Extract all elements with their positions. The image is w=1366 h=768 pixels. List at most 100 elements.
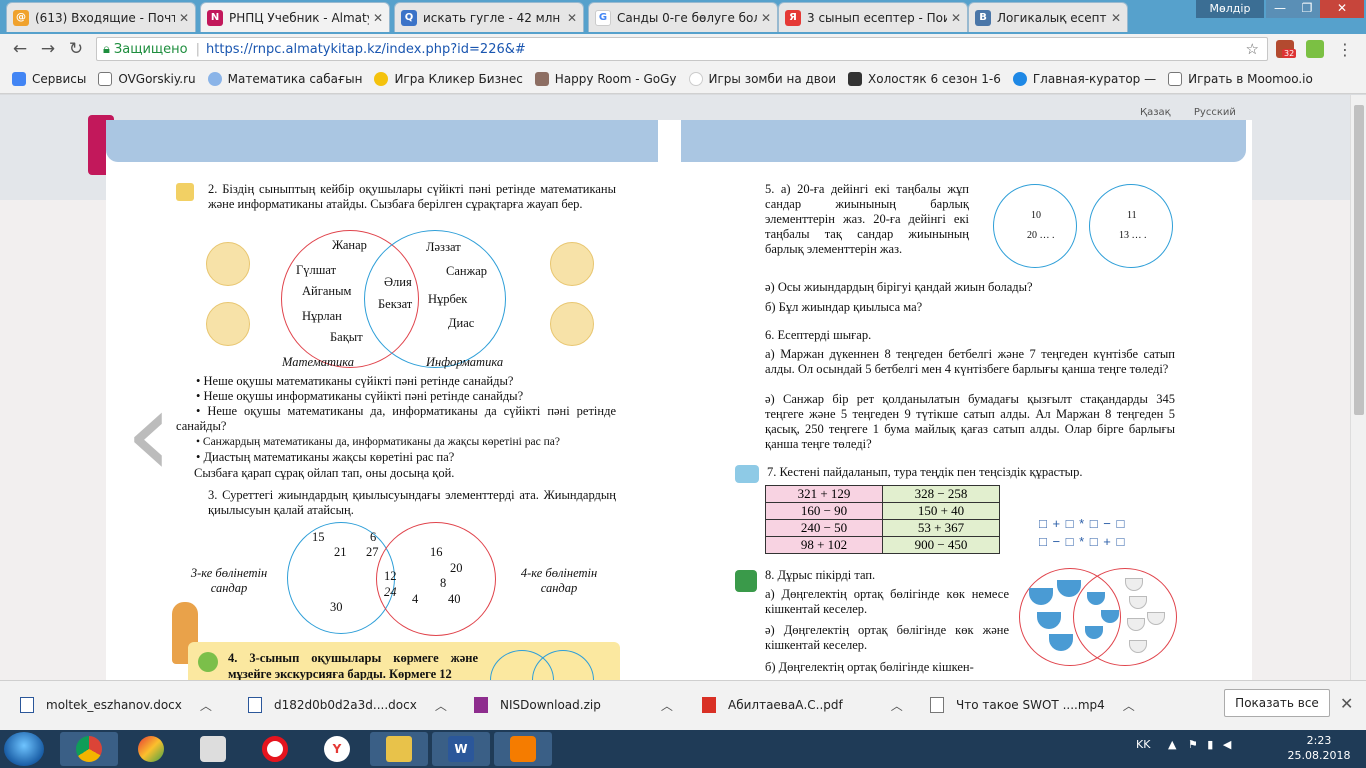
bookmark-star-icon[interactable]: ☆ <box>1246 40 1259 58</box>
maximize-icon[interactable]: ❐ <box>1294 0 1320 18</box>
tab-google[interactable]: G Санды 0-ге бөлуге бола ✕ <box>588 2 778 32</box>
tab-textbook[interactable]: N РНПЦ Учебник - Almaty ✕ <box>200 2 390 32</box>
table-cell: 160 − 90 <box>765 502 883 520</box>
secure-label: Защищено <box>113 41 188 57</box>
chevron-up-icon[interactable]: ︿ <box>891 697 903 714</box>
question: • Неше оқушы информатиканы сүйікті пәні … <box>196 389 524 403</box>
download-filename: Что такое SWOT ....mp4 <box>956 698 1105 712</box>
taskbar-pdf[interactable] <box>494 732 552 766</box>
address-bar[interactable]: 🔒︎ Защищено | https://rnpc.almatykitap.k… <box>96 37 1268 61</box>
keyboard-language[interactable]: KK <box>1136 738 1150 751</box>
textbook-spread: 2. Біздің сыныптың кейбір оқушылары сүйі… <box>106 120 1252 680</box>
network-icon[interactable]: ▮ <box>1207 738 1213 751</box>
tab-vk[interactable]: B Логикалық есептер, ма ✕ <box>968 2 1128 32</box>
task5-question: ә) Осы жиындардың бірігуі қандай жиын бо… <box>765 280 1033 294</box>
flag-icon[interactable]: ⚑ <box>1188 738 1198 751</box>
taskbar-chrome[interactable] <box>60 732 118 766</box>
download-item[interactable]: NISDownload.zip ︿ <box>474 688 673 722</box>
bookmark-item[interactable]: Happy Room - GoGy <box>534 71 677 86</box>
task7-title: 7. Кестені пайдаланып, тура теңдік пен т… <box>767 465 1083 479</box>
user-menu[interactable]: Мөлдір <box>1196 0 1264 18</box>
reload-icon[interactable]: ↻ <box>62 39 90 59</box>
game-icon <box>374 71 389 86</box>
site-icon <box>207 71 222 86</box>
bookmark-item[interactable]: Играть в Moomoo.io <box>1168 71 1313 86</box>
google-icon <box>688 71 703 86</box>
chevron-up-icon[interactable]: ︿ <box>435 697 447 714</box>
extension-icon[interactable]: 32 <box>1276 40 1297 58</box>
minimize-icon[interactable]: — <box>1266 0 1294 18</box>
previous-page-icon[interactable]: ‹ <box>125 375 173 495</box>
venn-name: Жанар <box>332 238 367 252</box>
volume-icon[interactable]: ◀ <box>1223 738 1231 751</box>
tab-title: (613) Входящие - Почта <box>35 10 175 25</box>
chevron-up-icon[interactable]: ︿ <box>661 697 673 714</box>
bookmark-item[interactable]: Главная-куратор — <box>1012 71 1156 86</box>
odd-circle <box>1089 184 1173 268</box>
mail-icon: @ <box>13 9 29 26</box>
bookmark-services[interactable]: Сервисы <box>12 71 86 86</box>
browser-window: @ (613) Входящие - Почта ✕ N РНПЦ Учебни… <box>0 0 1366 768</box>
tab-mail[interactable]: @ (613) Входящие - Почта ✕ <box>6 2 196 32</box>
right-page: 5. а) 20-ға дейінгі екі таңбалы жұп санд… <box>681 120 1252 680</box>
bookmark-item[interactable]: Математика сабағын <box>207 71 362 86</box>
scrollbar[interactable] <box>1350 95 1366 680</box>
task2-title: 2. Біздің сыныптың кейбір оқушылары сүйі… <box>208 182 616 211</box>
clock[interactable]: 2:23 25.08.2018 <box>1284 733 1354 763</box>
download-item[interactable]: Что такое SWOT ....mp4 ︿ <box>930 688 1135 722</box>
task3-title: 3. Суреттегі жиындардың қиылысуындағы эл… <box>208 488 616 517</box>
taskbar-word[interactable]: W <box>432 732 490 766</box>
tray-arrow-icon[interactable]: ▲ <box>1168 738 1176 751</box>
task8-title: 8. Дұрыс пікірді тап. <box>765 568 876 582</box>
close-icon[interactable]: ✕ <box>373 11 383 25</box>
close-icon[interactable]: ✕ <box>179 11 189 25</box>
bookmark-label: Играть в Moomoo.io <box>1188 71 1313 86</box>
question: • Диастың математиканы жақсы көретіні ра… <box>196 450 455 464</box>
task5-text: 5. а) 20-ға дейінгі екі таңбалы жұп санд… <box>765 182 969 256</box>
forward-icon[interactable]: → <box>34 39 62 59</box>
page-header-band <box>106 120 658 162</box>
taskbar-opera[interactable] <box>246 732 304 766</box>
bookmark-item[interactable]: Холостяк 6 сезон 1-6 <box>848 71 1001 86</box>
pattern-line: □ − □ * □ + □ <box>1039 534 1126 549</box>
close-icon[interactable]: ✕ <box>567 11 577 25</box>
extension-icon[interactable] <box>1306 40 1324 58</box>
system-tray: KK ▲ ⚑ ▮ ◀ <box>1136 738 1231 751</box>
bookmark-item[interactable]: Игры зомби на двои <box>688 71 836 86</box>
bookmark-item[interactable]: OVGorskiy.ru <box>98 71 196 86</box>
chevron-up-icon[interactable]: ︿ <box>1123 697 1135 714</box>
download-item[interactable]: АбилтаеваА.С..pdf ︿ <box>702 688 903 722</box>
url-text[interactable]: https://rnpc.almatykitap.kz/index.php?id… <box>206 42 526 57</box>
download-item[interactable]: d182d0b0d2a3d....docx ︿ <box>248 688 447 722</box>
table-cell: 98 + 102 <box>765 536 883 554</box>
tab-search[interactable]: Q искать гугле - 42 млн р ✕ <box>394 2 584 32</box>
menu-icon[interactable]: ⋮ <box>1336 40 1354 59</box>
magnifier-icon <box>735 570 757 592</box>
start-button-icon[interactable] <box>4 732 44 766</box>
close-icon[interactable]: ✕ <box>1340 694 1353 713</box>
show-all-button[interactable]: Показать все <box>1224 689 1330 717</box>
tab-title: РНПЦ Учебник - Almaty <box>229 10 369 25</box>
task8-c: б) Дөңгелектің ортақ бөлігінде кішкен- <box>765 660 974 674</box>
lang-russian[interactable]: Русский <box>1194 107 1236 118</box>
opera-icon <box>262 736 288 762</box>
boy-avatar <box>206 242 250 286</box>
taskbar-yandex[interactable]: Y <box>308 732 366 766</box>
lang-kazakh[interactable]: Қазақ <box>1140 107 1171 118</box>
back-icon[interactable]: ← <box>6 39 34 59</box>
close-icon[interactable]: ✕ <box>951 11 961 25</box>
download-item[interactable]: moltek_eszhanov.docx ︿ <box>20 688 212 722</box>
tab-yandex[interactable]: Я 3 сынып есептер - Поис ✕ <box>778 2 968 32</box>
close-icon[interactable]: ✕ <box>1111 11 1121 25</box>
taskbar-app[interactable] <box>184 732 242 766</box>
bookmark-label: Холостяк 6 сезон 1-6 <box>868 71 1001 86</box>
close-window-icon[interactable]: ✕ <box>1320 0 1364 18</box>
chevron-up-icon[interactable]: ︿ <box>200 697 212 714</box>
clock-date: 25.08.2018 <box>1287 749 1351 762</box>
taskbar-explorer[interactable] <box>370 732 428 766</box>
bookmark-item[interactable]: Игра Кликер Бизнес <box>374 71 523 86</box>
pdf-file-icon <box>702 697 716 713</box>
scrollbar-thumb[interactable] <box>1354 105 1364 415</box>
close-icon[interactable]: ✕ <box>761 11 771 25</box>
taskbar-app[interactable] <box>122 732 180 766</box>
